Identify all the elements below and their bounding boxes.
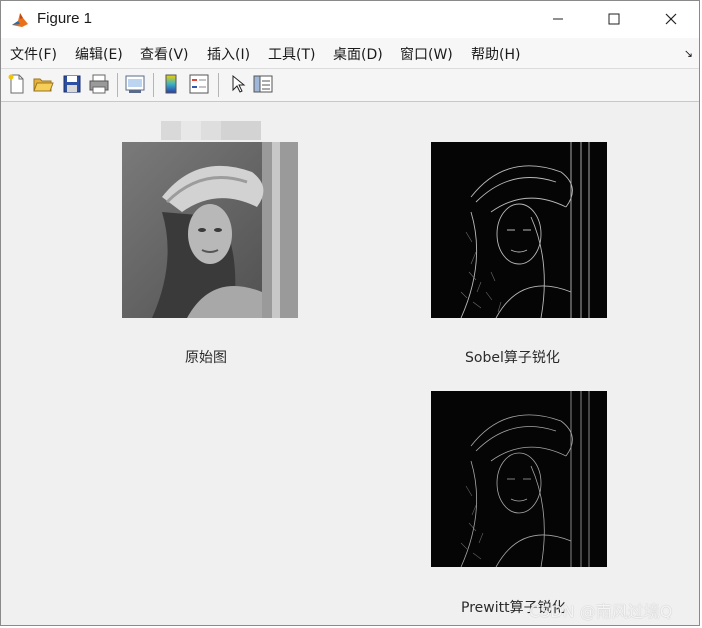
caption-sobel: Sobel算子锐化 bbox=[465, 350, 560, 366]
property-editor-icon[interactable] bbox=[252, 73, 274, 95]
figure-canvas[interactable]: 原始图 Sobel算子锐化 Prewitt算子锐化 CSDN @南风过境Q bbox=[1, 102, 699, 625]
menu-tools[interactable]: 工具(T) bbox=[268, 44, 315, 64]
save-icon[interactable] bbox=[61, 73, 83, 95]
open-folder-icon[interactable] bbox=[32, 73, 54, 95]
original-image bbox=[122, 142, 298, 318]
toolbar-separator bbox=[153, 73, 154, 97]
menu-view[interactable]: 查看(V) bbox=[140, 44, 189, 64]
menu-desktop[interactable]: 桌面(D) bbox=[333, 44, 383, 64]
pointer-icon[interactable] bbox=[226, 73, 248, 95]
colorbar-icon[interactable] bbox=[160, 73, 182, 95]
obscured-title bbox=[161, 121, 261, 140]
toolbar-separator bbox=[218, 73, 219, 97]
dock-arrow-icon[interactable]: ↘ bbox=[684, 47, 693, 60]
link-plot-icon[interactable] bbox=[124, 73, 146, 95]
legend-icon[interactable] bbox=[188, 73, 210, 95]
prewitt-image bbox=[431, 391, 607, 567]
print-icon[interactable] bbox=[88, 73, 110, 95]
close-icon bbox=[665, 10, 677, 29]
menu-window[interactable]: 窗口(W) bbox=[400, 44, 453, 64]
watermark: CSDN @南风过境Q bbox=[529, 602, 673, 621]
menu-help[interactable]: 帮助(H) bbox=[471, 44, 520, 64]
title-bar[interactable]: Figure 1 bbox=[1, 1, 699, 38]
menu-file[interactable]: 文件(F) bbox=[10, 44, 57, 64]
maximize-icon bbox=[608, 10, 620, 29]
matlab-logo-icon bbox=[10, 10, 30, 30]
close-button[interactable] bbox=[642, 1, 699, 38]
menu-edit[interactable]: 编辑(E) bbox=[75, 44, 123, 64]
new-figure-icon[interactable] bbox=[6, 73, 28, 95]
caption-original: 原始图 bbox=[185, 350, 227, 366]
minimize-icon bbox=[552, 10, 564, 29]
figure-window: Figure 1 文件(F) 编辑(E) 查看(V) 插入(I) 工具(T) 桌… bbox=[0, 0, 700, 626]
toolbar-separator bbox=[117, 73, 118, 97]
sobel-image bbox=[431, 142, 607, 318]
menu-bar: 文件(F) 编辑(E) 查看(V) 插入(I) 工具(T) 桌面(D) 窗口(W… bbox=[1, 38, 699, 69]
minimize-button[interactable] bbox=[529, 1, 587, 38]
toolbar bbox=[1, 69, 699, 102]
menu-insert[interactable]: 插入(I) bbox=[207, 44, 250, 64]
maximize-button[interactable] bbox=[585, 1, 643, 38]
window-title: Figure 1 bbox=[37, 10, 93, 27]
